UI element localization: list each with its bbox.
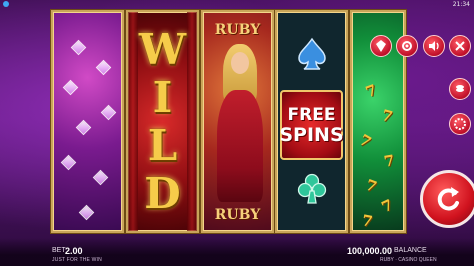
ruby-logo-bottom: RUBY: [214, 207, 261, 223]
reel-1-diamonds: [51, 10, 124, 233]
chips-icon: [454, 118, 466, 130]
reel-3-ruby: RUBY RUBY: [201, 10, 274, 233]
spade-symbol: [277, 20, 346, 88]
diamond-icon: [62, 79, 79, 96]
diamond-icon: [100, 104, 117, 121]
diamond-icon: [95, 59, 112, 76]
balance-label: BALANCE: [394, 247, 427, 254]
free-spins-symbol: FREE SPINS: [279, 90, 344, 160]
clock: 21:34: [452, 1, 470, 8]
club-icon: [297, 173, 326, 204]
bet-label: BET: [52, 247, 66, 254]
ruby-character-dress: [217, 90, 263, 202]
diamond-icon: [75, 119, 92, 136]
diamond-icon: [60, 154, 77, 171]
wild-symbol: W I L D: [128, 26, 197, 218]
bottom-info-bar: BET 2.00 JUST FOR THE WIN 100,000.00 BAL…: [0, 238, 474, 266]
balance-value: 100,000.00: [347, 246, 393, 256]
settings-button[interactable]: [396, 35, 418, 57]
ruby-logo-button[interactable]: [370, 35, 392, 57]
spin-icon: [437, 187, 459, 211]
ruby-logo-top: RUBY: [214, 22, 261, 38]
seven-symbol: 7: [360, 211, 374, 231]
spade-icon: [297, 37, 326, 70]
game-name: RUBY · CASINO QUEEN: [380, 257, 437, 263]
wild-letter: D: [144, 169, 181, 218]
free-spins-line-2: SPINS: [279, 124, 344, 146]
ruby-logo-icon: [376, 40, 386, 52]
coin-value-button[interactable]: [449, 78, 471, 100]
diamond-icon: [78, 204, 95, 221]
seven-symbol: 7: [363, 175, 380, 197]
free-spins-line-1: FREE: [287, 105, 336, 125]
reel-2-wild: W I L D: [126, 10, 199, 233]
seven-symbol: 7: [378, 195, 396, 217]
status-bar: 21:34: [0, 0, 474, 8]
wild-letter: L: [147, 121, 178, 170]
club-symbol: [277, 155, 346, 223]
wild-letter: W: [138, 25, 187, 74]
diamond-icon: [92, 169, 109, 186]
game-tagline: JUST FOR THE WIN: [52, 257, 102, 263]
sound-button[interactable]: [423, 35, 445, 57]
speaker-icon: [429, 41, 439, 51]
bet-value: 2.00: [65, 246, 83, 256]
seven-symbol: 7: [379, 105, 395, 127]
reel-area: W I L D RUBY RUBY FREE SPINS 7 7 7 7 7 7…: [51, 10, 406, 233]
seven-symbol: 7: [363, 80, 380, 102]
coins-icon: [456, 85, 464, 92]
ruby-character-face: [231, 52, 249, 74]
seven-symbol: 7: [356, 130, 375, 152]
close-icon: [455, 41, 465, 51]
seven-symbol: 7: [382, 151, 396, 171]
reel-4-free-spins: FREE SPINS: [275, 10, 348, 233]
diamond-icon: [70, 39, 87, 56]
spin-button[interactable]: [420, 170, 474, 228]
gear-icon: [402, 41, 412, 51]
bet-chips-button[interactable]: [449, 113, 471, 135]
wild-letter: I: [152, 73, 173, 122]
close-button[interactable]: [449, 35, 471, 57]
signal-icon: [3, 1, 9, 7]
